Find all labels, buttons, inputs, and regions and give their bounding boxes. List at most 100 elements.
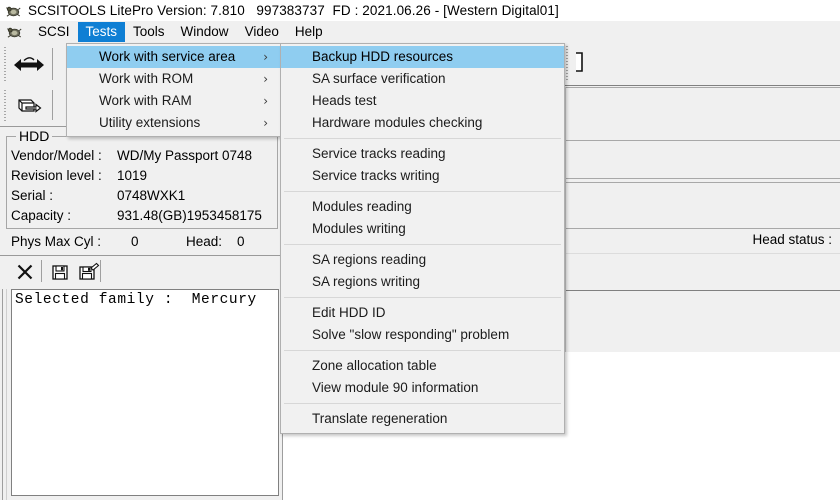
window-left-border [2, 289, 3, 500]
menu-item-label: Service tracks reading [312, 146, 446, 161]
head-value: 0 [237, 234, 245, 249]
toolbar-separator [100, 260, 101, 282]
phys-max-cyl-label: Phys Max Cyl : [11, 234, 102, 249]
menu-item-label: Hardware modules checking [312, 115, 483, 130]
menu-help[interactable]: Help [287, 22, 331, 42]
toolbar-right [563, 43, 840, 85]
menu-window[interactable]: Window [173, 22, 237, 42]
menu-item-work-with-service-area[interactable]: Work with service area › [67, 46, 280, 68]
menu-separator [284, 138, 561, 139]
menu-bar: SCSI Tests Tools Window Video Help [0, 21, 840, 43]
toolbar-grip[interactable] [3, 47, 7, 81]
chevron-right-icon: › [263, 116, 268, 130]
refresh-arrows-icon[interactable] [12, 51, 46, 79]
menu-item-label: Modules reading [312, 199, 412, 214]
menu-item-modules-writing[interactable]: Modules writing [281, 218, 564, 240]
left-panel-divider-2 [0, 255, 282, 256]
menu-item-utility-extensions[interactable]: Utility extensions › [67, 112, 280, 134]
panel-divider [566, 253, 840, 254]
revision-level-value: 1019 [117, 168, 148, 183]
menu-item-label: Heads test [312, 93, 377, 108]
toolbar-grip[interactable] [565, 46, 569, 82]
menu-item-label: Zone allocation table [312, 358, 437, 373]
chevron-right-icon: › [263, 94, 268, 108]
menu-item-work-with-rom[interactable]: Work with ROM › [67, 68, 280, 90]
desktop-background-2 [283, 425, 840, 500]
toolbar-separator [41, 260, 42, 282]
toolbar-divider-2 [563, 87, 840, 88]
panel-divider [566, 182, 840, 183]
application-window: SCSITOOLS LitePro Version: 7.810 9973837… [0, 0, 840, 500]
log-text-area[interactable]: Selected family : Mercury [11, 289, 279, 496]
window-title: SCSITOOLS LitePro Version: 7.810 9973837… [28, 3, 559, 18]
menu-item-modules-reading[interactable]: Modules reading [281, 196, 564, 218]
menu-tools[interactable]: Tools [125, 22, 173, 42]
menu-item-label: View module 90 information [312, 380, 479, 395]
menu-item-backup-hdd-resources[interactable]: Backup HDD resources [281, 46, 564, 68]
capacity-value: 931.48(GB)1953458175 [117, 208, 262, 223]
panel-divider [566, 228, 840, 229]
window-left-border-inner [6, 289, 7, 500]
menu-video[interactable]: Video [237, 22, 287, 42]
menu-item-label: Modules writing [312, 221, 406, 236]
bug-icon [6, 24, 22, 40]
panel-edge-inner [565, 87, 566, 352]
vendor-model-value: WD/My Passport 0748 [117, 148, 253, 163]
menu-separator [284, 297, 561, 298]
panel-divider [566, 140, 840, 141]
menu-item-label: Work with service area [99, 49, 236, 64]
menu-item-label: Work with ROM [99, 71, 194, 86]
toolbar-grip[interactable] [3, 90, 7, 122]
menu-item-label: Service tracks writing [312, 168, 440, 183]
menu-tests[interactable]: Tests [77, 22, 126, 42]
log-toolbar [4, 258, 282, 288]
menu-item-sa-regions-writing[interactable]: SA regions writing [281, 271, 564, 293]
menu-item-label: Solve "slow responding" problem [312, 327, 510, 342]
menu-item-label: Work with RAM [99, 93, 192, 108]
menu-item-label: SA regions writing [312, 274, 421, 289]
menu-item-sa-regions-reading[interactable]: SA regions reading [281, 249, 564, 271]
menu-item-zone-allocation-table[interactable]: Zone allocation table [281, 355, 564, 377]
log-text: Selected family : Mercury [15, 292, 257, 308]
menu-item-service-tracks-reading[interactable]: Service tracks reading [281, 143, 564, 165]
serial-value: 0748WXK1 [117, 188, 186, 203]
menu-item-label: Utility extensions [99, 115, 201, 130]
capacity-label: Capacity : [11, 208, 72, 223]
menu-item-heads-test[interactable]: Heads test [281, 90, 564, 112]
menu-item-service-tracks-writing[interactable]: Service tracks writing [281, 165, 564, 187]
menu-item-edit-hdd-id[interactable]: Edit HDD ID [281, 302, 564, 324]
menu-item-label: SA regions reading [312, 252, 427, 267]
menu-item-view-module-90-information[interactable]: View module 90 information [281, 377, 564, 399]
floppy-disk-pen-icon[interactable] [76, 259, 102, 285]
drive-open-icon[interactable] [14, 92, 44, 120]
menu-item-label: Translate regeneration [312, 411, 448, 426]
chevron-right-icon: › [263, 50, 268, 64]
toolbar-separator [52, 48, 53, 80]
phys-max-cyl-row: Phys Max Cyl : 0 Head: 0 [0, 229, 282, 255]
tests-dropdown-menu: Work with service area › Work with ROM ›… [66, 43, 281, 137]
menu-item-solve-slow-responding-problem[interactable]: Solve "slow responding" problem [281, 324, 564, 346]
panel-bottom-divider [566, 290, 840, 291]
service-area-submenu: Backup HDD resources SA surface verifica… [280, 43, 565, 434]
head-status-label: Head status : [752, 232, 832, 247]
toolbar-divider [563, 85, 840, 86]
menu-item-label: SA surface verification [312, 71, 446, 86]
revision-level-label: Revision level : [11, 168, 102, 183]
bug-icon [5, 3, 21, 19]
toolbar-separator [52, 90, 53, 120]
head-label: Head: [186, 234, 223, 249]
menu-separator [284, 403, 561, 404]
serial-label: Serial : [11, 188, 54, 203]
menu-item-label: Edit HDD ID [312, 305, 386, 320]
bracket-icon[interactable] [571, 50, 587, 74]
menu-item-translate-regeneration[interactable]: Translate regeneration [281, 408, 564, 430]
menu-item-sa-surface-verification[interactable]: SA surface verification [281, 68, 564, 90]
panel-divider [566, 178, 840, 179]
menu-scsi[interactable]: SCSI [30, 22, 78, 42]
menu-item-work-with-ram[interactable]: Work with RAM › [67, 90, 280, 112]
menu-item-hardware-modules-checking[interactable]: Hardware modules checking [281, 112, 564, 134]
floppy-disk-icon[interactable] [47, 259, 73, 285]
menu-separator [284, 191, 561, 192]
hdd-group-title: HDD [16, 128, 53, 144]
x-icon[interactable] [12, 259, 38, 285]
